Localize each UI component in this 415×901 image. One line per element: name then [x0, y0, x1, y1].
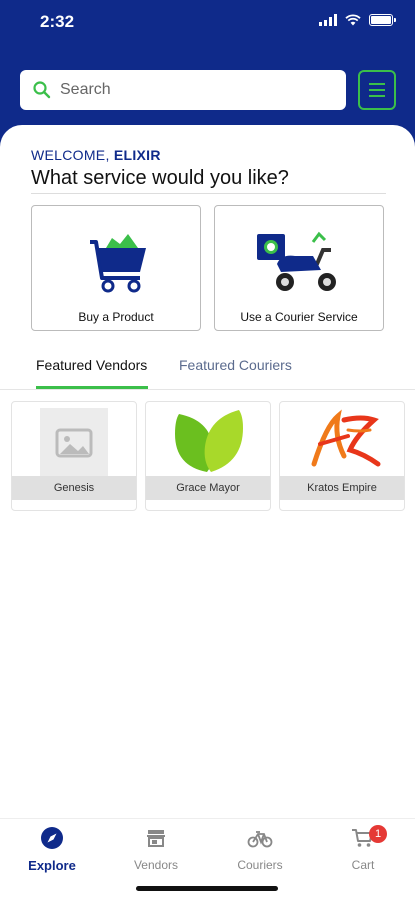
nav-cart-label: Cart [351, 858, 375, 872]
hamburger-icon-line [369, 89, 385, 91]
bicycle-icon [247, 831, 273, 848]
scooter-courier-icon [257, 231, 336, 291]
featured-tabs: Featured Vendors Featured Couriers [0, 347, 415, 389]
compass-icon [41, 827, 63, 849]
vendor-card-genesis[interactable]: Genesis [11, 401, 137, 511]
nav-cart[interactable]: Cart 1 [323, 825, 403, 872]
nav-vendors-label: Vendors [133, 858, 179, 872]
tab-featured-vendors[interactable]: Featured Vendors [36, 357, 147, 373]
vendor-name: Grace Mayor [146, 476, 270, 500]
buy-product-label: Buy a Product [78, 310, 154, 324]
cellular-signal-icon [319, 14, 337, 26]
welcome-text: WELCOME, ELIXIR [31, 147, 161, 163]
menu-button[interactable] [358, 70, 396, 110]
user-name: ELIXIR [113, 147, 161, 163]
service-question: What service would you like? [31, 167, 289, 189]
tab-featured-couriers[interactable]: Featured Couriers [179, 357, 292, 373]
kratos-script-logo [311, 409, 381, 467]
courier-service-label: Use a Courier Service [240, 310, 358, 324]
vendor-card-grace-mayor[interactable]: Grace Mayor [145, 401, 271, 511]
cart-count-badge: 1 [369, 825, 387, 843]
home-indicator [136, 886, 278, 891]
main-content: WELCOME, ELIXIR What service would you l… [0, 125, 415, 900]
shopping-cart-icon [90, 234, 146, 293]
green-leaf-logo [175, 410, 243, 472]
search-icon [33, 81, 51, 99]
vendor-name: Kratos Empire [280, 476, 404, 500]
courier-service-card[interactable]: Use a Courier Service [214, 205, 384, 331]
status-bar: 2:32 [0, 0, 415, 46]
search-bar[interactable] [20, 70, 346, 110]
hamburger-icon-line [369, 95, 385, 97]
nav-explore[interactable]: Explore [12, 825, 92, 873]
battery-icon [369, 14, 396, 26]
nav-couriers-label: Couriers [237, 858, 283, 872]
status-time: 2:32 [40, 12, 75, 31]
divider [31, 193, 386, 194]
vendor-logo-placeholder [40, 408, 108, 476]
nav-vendors[interactable]: Vendors [116, 825, 196, 872]
buy-product-card[interactable]: Buy a Product [31, 205, 201, 331]
nav-explore-label: Explore [28, 858, 76, 873]
welcome-prefix: WELCOME, [31, 147, 110, 163]
vendor-card-kratos-empire[interactable]: Kratos Empire [279, 401, 405, 511]
nav-couriers[interactable]: Couriers [220, 825, 300, 872]
search-input[interactable] [58, 80, 312, 100]
hamburger-icon-line [369, 83, 385, 85]
status-icons [319, 14, 396, 26]
vendor-name: Genesis [12, 476, 136, 500]
tabs-divider [0, 389, 415, 390]
store-icon [147, 830, 165, 847]
placeholder-image-icon [55, 428, 93, 458]
wifi-icon [345, 14, 361, 26]
